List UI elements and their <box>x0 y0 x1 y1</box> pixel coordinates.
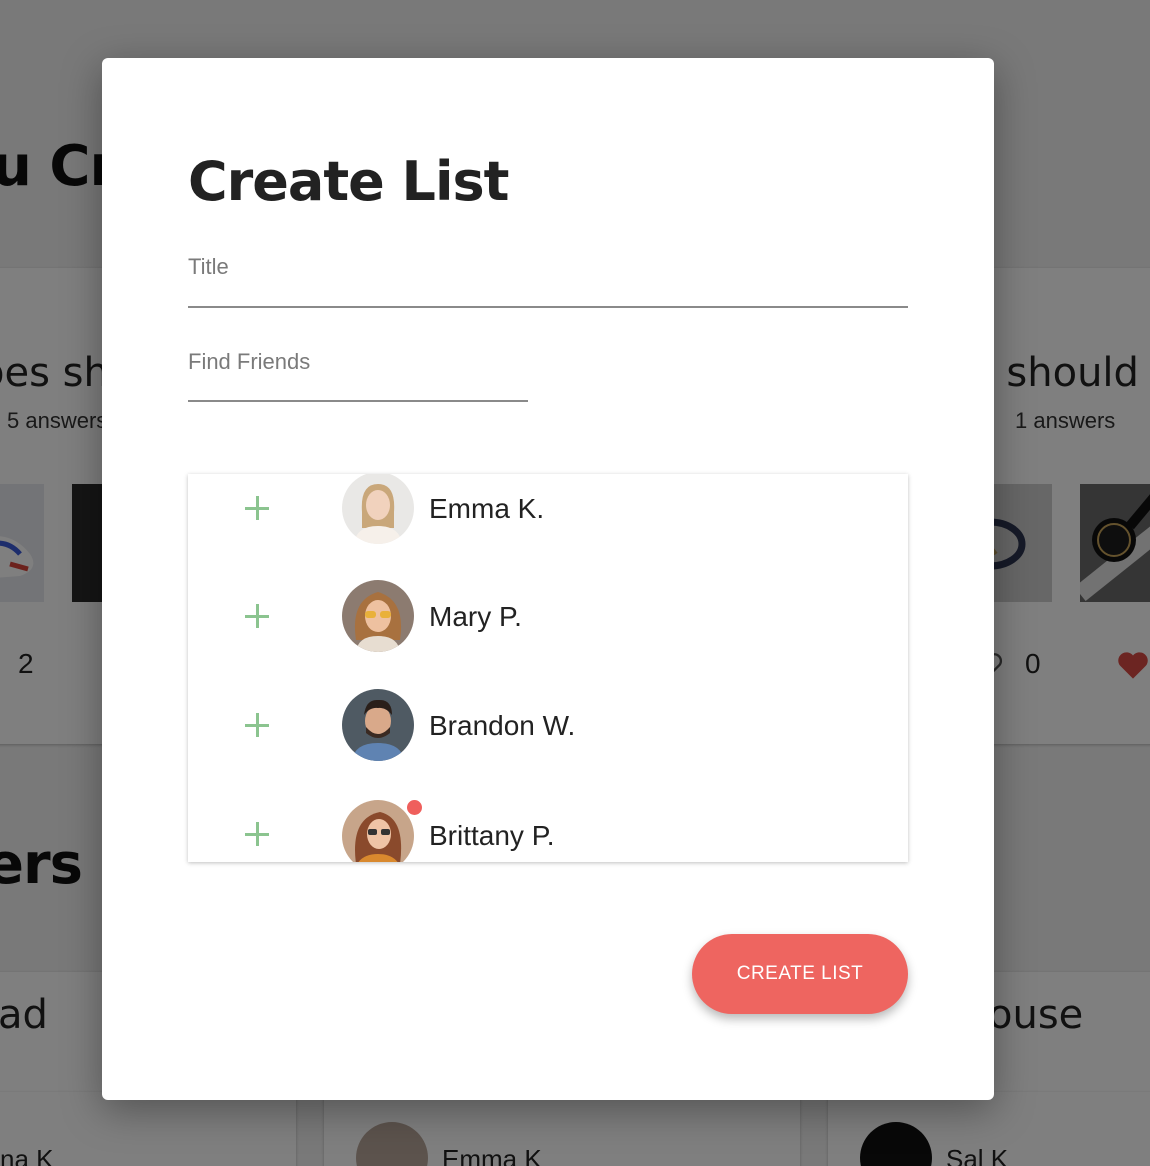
title-field[interactable] <box>188 250 908 308</box>
avatar <box>342 689 414 761</box>
title-input[interactable] <box>188 250 908 306</box>
avatar <box>342 474 414 544</box>
dialog-title: Create List <box>188 150 509 213</box>
add-friend-icon[interactable] <box>238 598 276 636</box>
avatar <box>342 800 414 862</box>
friend-name: Emma K. <box>429 493 545 524</box>
friend-name: Mary P. <box>429 601 522 632</box>
create-list-button[interactable]: CREATE LIST <box>692 934 908 1014</box>
notification-badge <box>407 800 422 815</box>
avatar <box>342 580 414 652</box>
find-friends-field[interactable] <box>188 346 528 402</box>
friend-name: Brittany P. <box>429 820 555 851</box>
friend-row: Brittany P. <box>188 800 908 862</box>
find-friends-input[interactable] <box>188 346 528 400</box>
friend-name: Brandon W. <box>429 710 576 741</box>
create-list-dialog: Create List Emma K. Mary P. <box>102 58 994 1100</box>
add-friend-icon[interactable] <box>238 490 276 528</box>
friend-row: Brandon W. <box>188 689 908 781</box>
friends-list[interactable]: Emma K. Mary P. Brandon W. Brittany P. <box>188 474 908 862</box>
friend-row: Emma K. <box>188 474 908 564</box>
add-friend-icon[interactable] <box>238 816 276 854</box>
add-friend-icon[interactable] <box>238 707 276 745</box>
friend-row: Mary P. <box>188 580 908 672</box>
